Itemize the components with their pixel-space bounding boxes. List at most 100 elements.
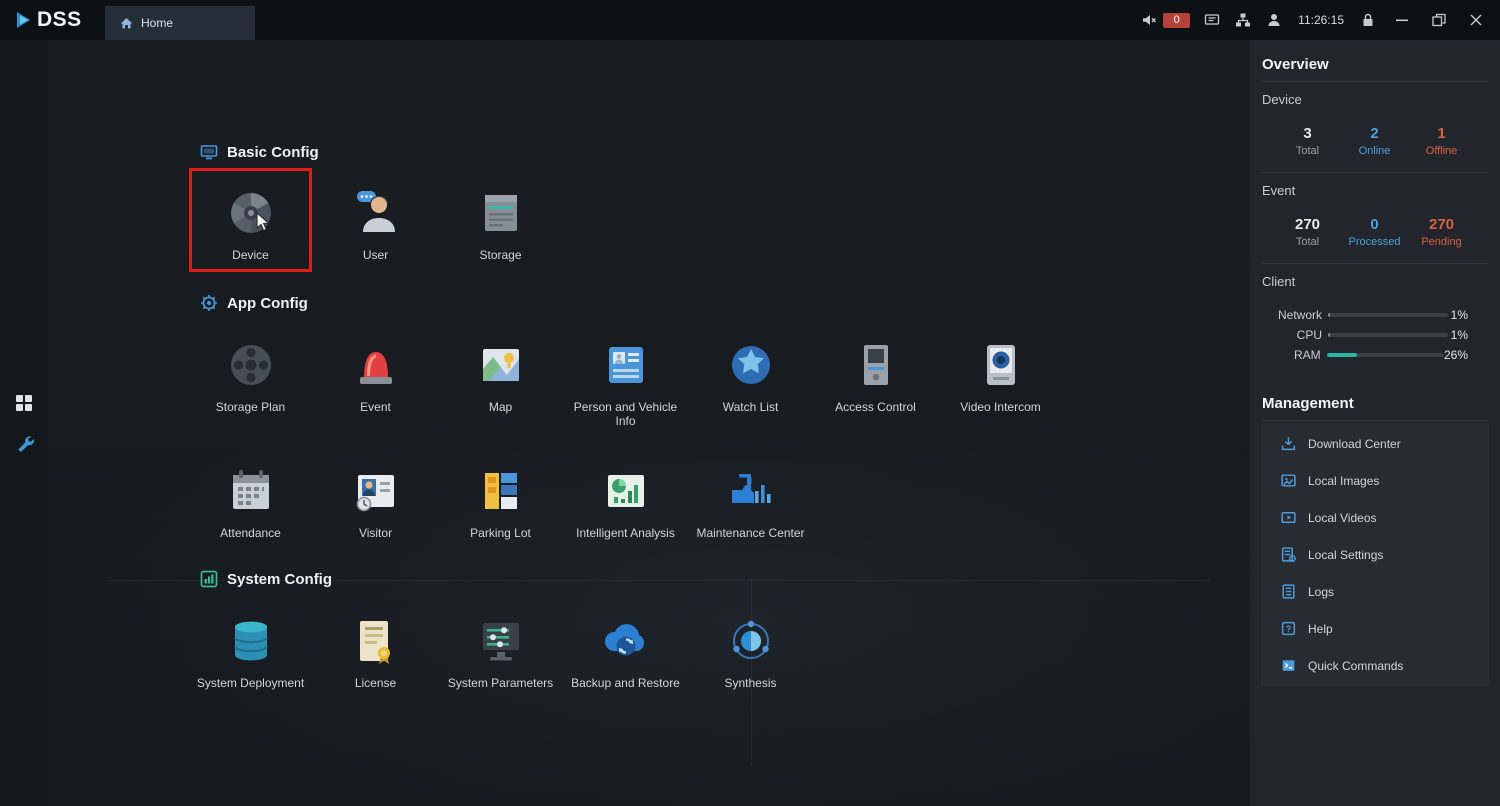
app-tile-system-parameters[interactable]: System Parameters [438, 615, 563, 690]
left-rail [0, 40, 48, 806]
stat-label: Pending [1408, 235, 1475, 249]
section-title: App Config [227, 295, 308, 312]
local-settings-icon [1280, 546, 1297, 563]
tab-home[interactable]: Home [105, 6, 255, 40]
stat-label: Total [1274, 235, 1341, 249]
app-tile-label: Watch List [723, 400, 779, 414]
stat-label: Processed [1341, 235, 1408, 249]
parking-lot-icon [475, 465, 527, 517]
network-progress-bar [1328, 313, 1448, 317]
titlebar: DSS Home 0 11:26:15 [0, 0, 1500, 40]
app-tile-label: Parking Lot [470, 526, 531, 540]
message-icon[interactable] [1203, 11, 1221, 29]
divider [1262, 263, 1488, 264]
stat-device-total: 3 Total [1274, 125, 1341, 158]
management-item-label: Local Videos [1308, 511, 1377, 525]
logs-icon [1280, 583, 1297, 600]
system-config-icon [200, 570, 218, 588]
device-overview-title: Device [1262, 92, 1488, 107]
restore-button[interactable] [1427, 9, 1451, 31]
stat-value: 3 [1274, 125, 1341, 143]
app-tile-system-deployment[interactable]: System Deployment [188, 615, 313, 690]
titlebar-user-icon[interactable] [1265, 11, 1283, 29]
app-config-icon [200, 294, 218, 312]
app-config-row-1: Storage Plan Event Map Person and Vehicl… [188, 339, 1063, 428]
section-title: Basic Config [227, 144, 319, 161]
app-tile-person-vehicle-info[interactable]: Person and Vehicle Info [563, 339, 688, 428]
local-videos-icon [1280, 509, 1297, 526]
storage-plan-icon [225, 339, 277, 391]
app-tile-map[interactable]: Map [438, 339, 563, 428]
network-topology-icon[interactable] [1234, 11, 1252, 29]
divider [1262, 172, 1488, 173]
stat-label: Online [1341, 144, 1408, 158]
stat-value: 0 [1341, 216, 1408, 234]
event-overview-title: Event [1262, 183, 1488, 198]
dss-logo-text: DSS [37, 8, 82, 32]
quick-commands-icon [1280, 657, 1297, 674]
management-item-label: Local Images [1308, 474, 1379, 488]
app-tile-intelligent-analysis[interactable]: Intelligent Analysis [563, 465, 688, 540]
attendance-icon [225, 465, 277, 517]
alarm-count-badge[interactable]: 0 [1163, 13, 1190, 28]
user-icon [350, 187, 402, 239]
apps-grid-icon[interactable] [13, 392, 35, 414]
system-deployment-icon [225, 615, 277, 667]
app-tile-label: Intelligent Analysis [576, 526, 675, 540]
tab-home-label: Home [141, 16, 173, 30]
app-tile-label: Synthesis [724, 676, 776, 690]
management-item-help[interactable]: ? Help [1261, 610, 1489, 647]
app-tile-event[interactable]: Event [313, 339, 438, 428]
section-basic-config: Basic Config [200, 143, 319, 161]
management-item-label: Quick Commands [1308, 659, 1403, 673]
minimize-button[interactable] [1390, 9, 1414, 31]
app-tile-access-control[interactable]: Access Control [813, 339, 938, 428]
meter-cpu: CPU 1% [1250, 325, 1500, 345]
app-tile-synthesis[interactable]: Synthesis [688, 615, 813, 690]
person-vehicle-info-icon [600, 339, 652, 391]
lock-icon[interactable] [1359, 11, 1377, 29]
app-tile-video-intercom[interactable]: Video Intercom [938, 339, 1063, 428]
meter-ram: RAM 26% [1250, 345, 1500, 365]
app-tile-label: Maintenance Center [696, 526, 804, 540]
app-tile-parking-lot[interactable]: Parking Lot [438, 465, 563, 540]
config-wrench-icon[interactable] [13, 432, 35, 454]
app-tile-device[interactable]: Device [188, 187, 313, 262]
app-tile-visitor[interactable]: Visitor [313, 465, 438, 540]
backup-restore-icon [600, 615, 652, 667]
app-tile-label: Person and Vehicle Info [567, 400, 685, 428]
app-tile-license[interactable]: License [313, 615, 438, 690]
stat-event-processed: 0 Processed [1341, 216, 1408, 249]
dss-logo: DSS [0, 8, 105, 32]
watch-list-icon [725, 339, 777, 391]
app-tile-storage-plan[interactable]: Storage Plan [188, 339, 313, 428]
system-clock: 11:26:15 [1296, 13, 1346, 27]
management-item-download-center[interactable]: Download Center [1261, 425, 1489, 462]
video-intercom-icon [975, 339, 1027, 391]
management-item-logs[interactable]: Logs [1261, 573, 1489, 610]
management-item-local-settings[interactable]: Local Settings [1261, 536, 1489, 573]
app-tile-label: Backup and Restore [571, 676, 680, 690]
app-tile-backup-restore[interactable]: Backup and Restore [563, 615, 688, 690]
app-tile-label: User [363, 248, 388, 262]
app-tile-attendance[interactable]: Attendance [188, 465, 313, 540]
mute-icon[interactable] [1140, 11, 1158, 29]
app-tile-maintenance-center[interactable]: Maintenance Center [688, 465, 813, 540]
app-config-row-2: Attendance Visitor Parking Lot Intellige… [188, 465, 813, 540]
event-icon [350, 339, 402, 391]
visitor-icon [350, 465, 402, 517]
meter-value: 26% [1444, 348, 1468, 362]
management-item-local-videos[interactable]: Local Videos [1261, 499, 1489, 536]
titlebar-right-controls: 0 11:26:15 [1140, 9, 1500, 31]
close-button[interactable] [1464, 9, 1488, 31]
management-item-local-images[interactable]: Local Images [1261, 462, 1489, 499]
app-tile-storage[interactable]: Storage [438, 187, 563, 262]
device-stats: 3 Total 2 Online 1 Offline [1250, 125, 1500, 158]
app-tile-label: System Parameters [448, 676, 553, 690]
management-item-quick-commands[interactable]: Quick Commands [1261, 647, 1489, 684]
app-tile-watch-list[interactable]: Watch List [688, 339, 813, 428]
app-tile-user[interactable]: User [313, 187, 438, 262]
app-tile-label: Device [232, 248, 269, 262]
management-list: Download Center Local Images Local Video… [1261, 423, 1489, 686]
client-overview-title: Client [1262, 274, 1488, 289]
